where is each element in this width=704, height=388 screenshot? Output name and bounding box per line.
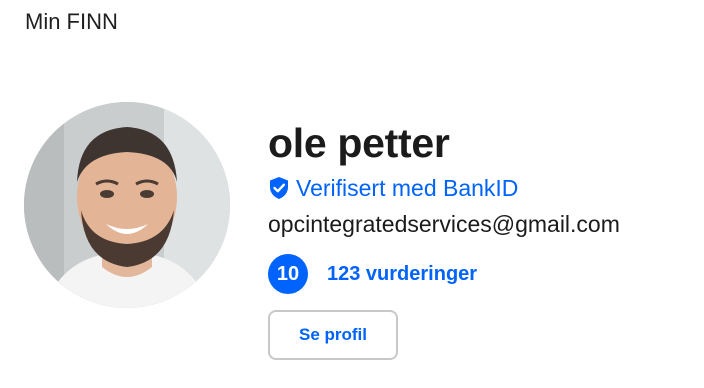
user-email: opcintegratedservices@gmail.com: [268, 211, 620, 237]
reviews-link[interactable]: 123 vurderinger: [327, 263, 477, 286]
verified-label: Verifisert med BankID: [296, 175, 519, 201]
verified-status: Verifisert med BankID: [268, 172, 698, 204]
page-title: Min FINN: [25, 9, 118, 34]
profile-info: ole petter Verifisert med BankID opcinte…: [268, 118, 698, 360]
rating-row: 10 123 vurderinger: [268, 254, 698, 294]
shield-check-icon: [268, 176, 290, 200]
avatar: [24, 102, 230, 308]
user-name: ole petter: [268, 120, 450, 166]
view-profile-button[interactable]: Se profil: [268, 310, 398, 360]
avatar-image: [24, 102, 230, 308]
rating-score-badge: 10: [268, 254, 308, 294]
